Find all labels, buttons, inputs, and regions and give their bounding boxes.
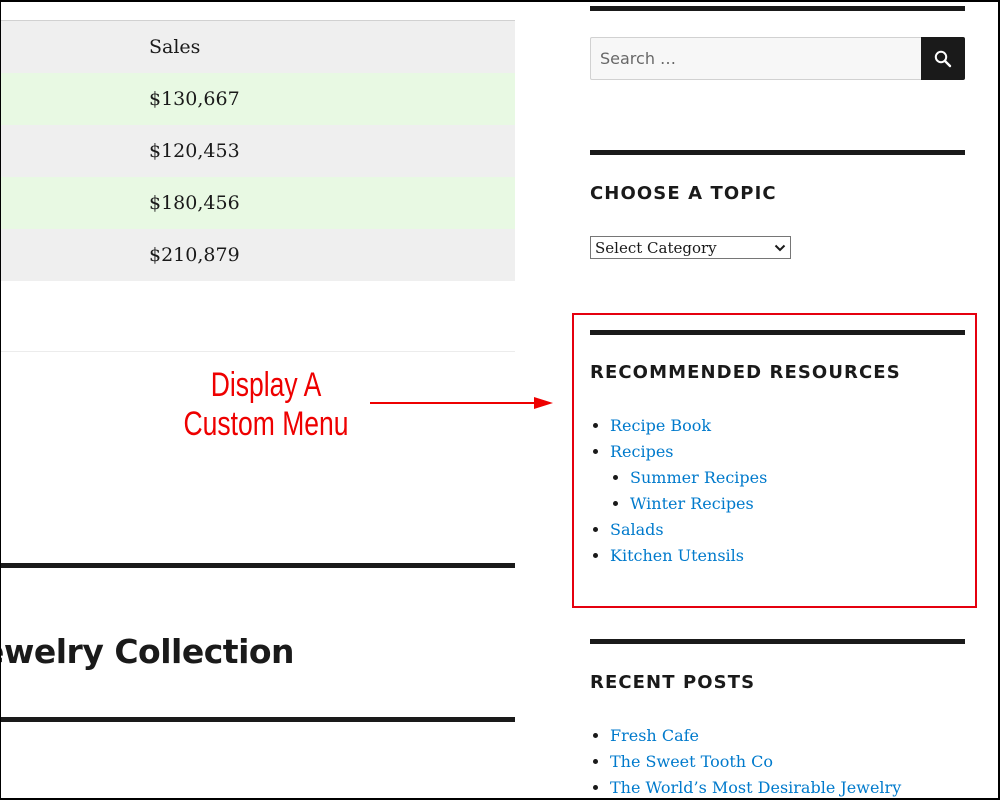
search-widget-rule xyxy=(590,6,965,11)
menu-link-salads[interactable]: Salads xyxy=(610,520,664,539)
sales-table: Sales $130,667 $120,453 $180,456 $210,87… xyxy=(1,20,515,281)
table-cell-sales: $180,456 xyxy=(1,176,515,229)
recent-post-link[interactable]: Fresh Cafe xyxy=(610,726,699,745)
menu-item: Salads xyxy=(610,517,767,543)
recent-posts-title: RECENT POSTS xyxy=(590,672,756,693)
annotation-callout: Display A Custom Menu xyxy=(183,366,348,444)
recommended-resources-title: RECOMMENDED RESOURCES xyxy=(590,362,901,383)
content-divider xyxy=(1,351,515,352)
table-row: $120,453 xyxy=(1,124,515,177)
menu-link-recipes[interactable]: Recipes xyxy=(610,442,674,461)
submenu-item: Winter Recipes xyxy=(630,491,767,517)
submenu-item: Summer Recipes xyxy=(630,465,767,491)
submenu: Summer Recipes Winter Recipes xyxy=(610,465,767,517)
annotation-arrow-head-icon xyxy=(534,397,553,409)
menu-item: Kitchen Utensils xyxy=(610,543,767,569)
search-icon xyxy=(934,50,952,67)
list-item: The World’s Most Desirable Jewelry xyxy=(610,775,901,801)
annotation-arrow-icon xyxy=(370,402,536,404)
choose-topic-title: CHOOSE A TOPIC xyxy=(590,183,777,204)
list-item: The Sweet Tooth Co xyxy=(610,749,901,775)
menu-item: Recipe Book xyxy=(610,413,767,439)
menu-link-kitchen-utensils[interactable]: Kitchen Utensils xyxy=(610,546,744,565)
menu-link-recipe-book[interactable]: Recipe Book xyxy=(610,416,711,435)
menu-link-winter-recipes[interactable]: Winter Recipes xyxy=(630,494,754,513)
table-header-sales: Sales xyxy=(1,20,515,73)
recent-posts-list: Fresh Cafe The Sweet Tooth Co The World’… xyxy=(590,723,901,801)
menu-link-summer-recipes[interactable]: Summer Recipes xyxy=(630,468,767,487)
table-row: $210,879 xyxy=(1,228,515,281)
table-cell-sales: $120,453 xyxy=(1,124,515,177)
annotation-line-2: Custom Menu xyxy=(183,405,349,443)
search-form xyxy=(590,37,965,80)
recent-posts-widget-rule xyxy=(590,639,965,644)
post-title-link[interactable]: ewelry Collection xyxy=(0,632,295,671)
post-bottom-rule xyxy=(1,717,515,722)
table-cell-sales: $210,879 xyxy=(1,228,515,281)
table-row: $180,456 xyxy=(1,176,515,229)
post-top-rule xyxy=(1,563,515,568)
custom-menu: Recipe Book Recipes Summer Recipes Winte… xyxy=(590,413,767,569)
list-item: Fresh Cafe xyxy=(610,723,901,749)
recent-post-link[interactable]: The Sweet Tooth Co xyxy=(610,752,773,771)
menu-item: Recipes Summer Recipes Winter Recipes xyxy=(610,439,767,517)
category-select-value: Select Category xyxy=(595,238,717,257)
chevron-down-icon xyxy=(774,244,786,251)
table-cell-sales: $130,667 xyxy=(1,72,515,125)
category-select[interactable]: Select Category xyxy=(590,236,791,259)
table-row: $130,667 xyxy=(1,72,515,125)
search-button[interactable] xyxy=(921,37,965,80)
resources-widget-rule xyxy=(590,330,965,335)
table-header-row: Sales xyxy=(1,20,515,73)
search-input[interactable] xyxy=(590,37,921,80)
topic-widget-rule xyxy=(590,150,965,155)
annotation-line-1: Display A xyxy=(210,366,322,404)
recent-post-link[interactable]: The World’s Most Desirable Jewelry xyxy=(610,778,901,797)
